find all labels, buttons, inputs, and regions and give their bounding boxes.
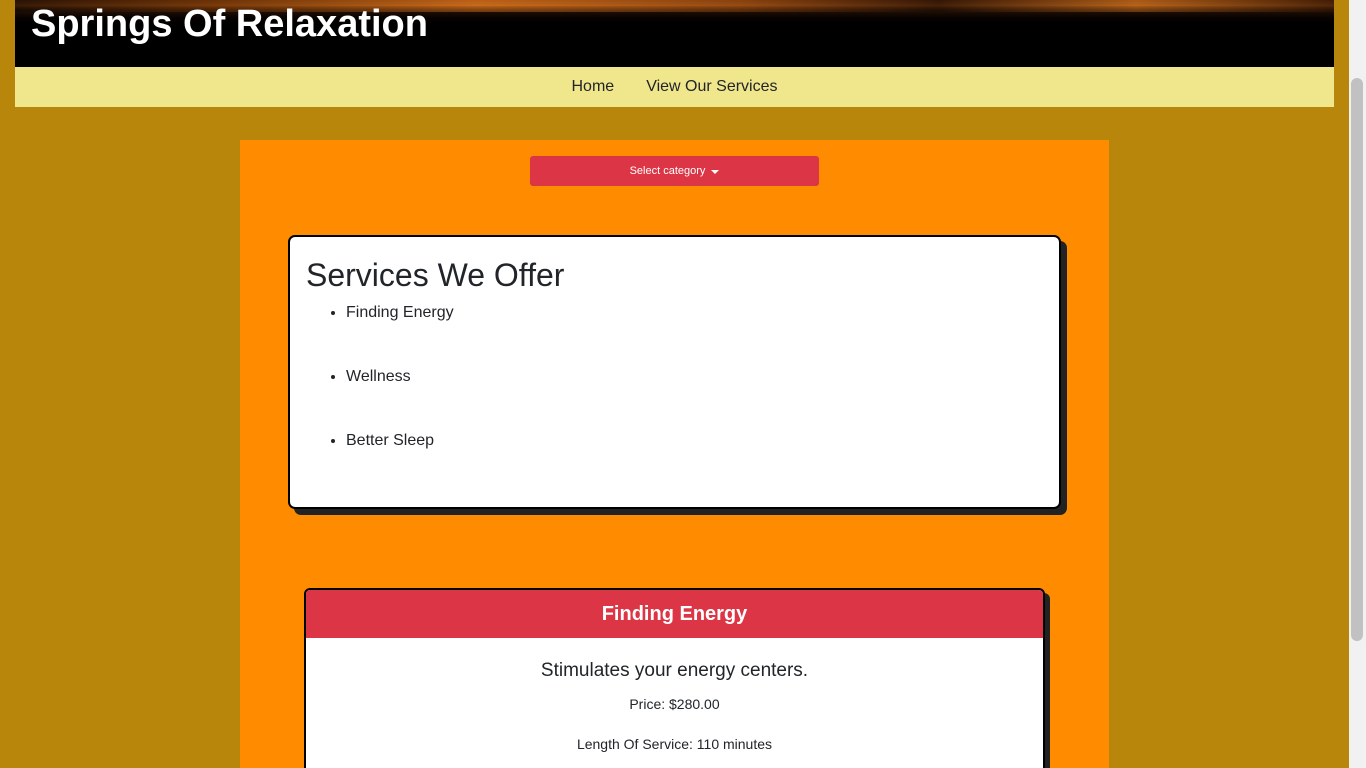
caret-down-icon [711, 169, 720, 174]
service-list-item-wellness[interactable]: Wellness [346, 365, 454, 429]
select-category-label: Select category [629, 165, 706, 177]
services-overview-card: Services We Offer Finding Energy Wellnes… [288, 235, 1061, 509]
vertical-scrollbar[interactable] [1349, 0, 1366, 768]
service-length: Length Of Service: 110 minutes [576, 736, 773, 752]
service-price: Price: $280.00 [629, 696, 720, 712]
service-card-header: Finding Energy [306, 590, 1043, 638]
site-title: Springs Of Relaxation [31, 3, 428, 45]
services-list: Finding Energy Wellness Better Sleep [306, 301, 454, 493]
nav-link-view-our-services[interactable]: View Our Services [646, 78, 777, 96]
service-description: Stimulates your energy centers. [540, 660, 809, 681]
navbar: Home View Our Services [15, 67, 1334, 107]
scrollbar-thumb[interactable] [1351, 78, 1363, 641]
page: Springs Of Relaxation Home View Our Serv… [0, 0, 1349, 768]
select-category-dropdown[interactable]: Select category [530, 156, 819, 186]
service-list-item-finding-energy[interactable]: Finding Energy [346, 301, 454, 365]
services-title: Services We Offer [306, 257, 565, 293]
service-card-finding-energy: Finding Energy Stimulates your energy ce… [304, 588, 1045, 768]
main-content: Select category Services We Offer Findin… [240, 140, 1109, 768]
service-list-item-better-sleep[interactable]: Better Sleep [346, 429, 454, 493]
nav-link-home[interactable]: Home [572, 78, 615, 96]
header-banner: Springs Of Relaxation [15, 0, 1334, 67]
